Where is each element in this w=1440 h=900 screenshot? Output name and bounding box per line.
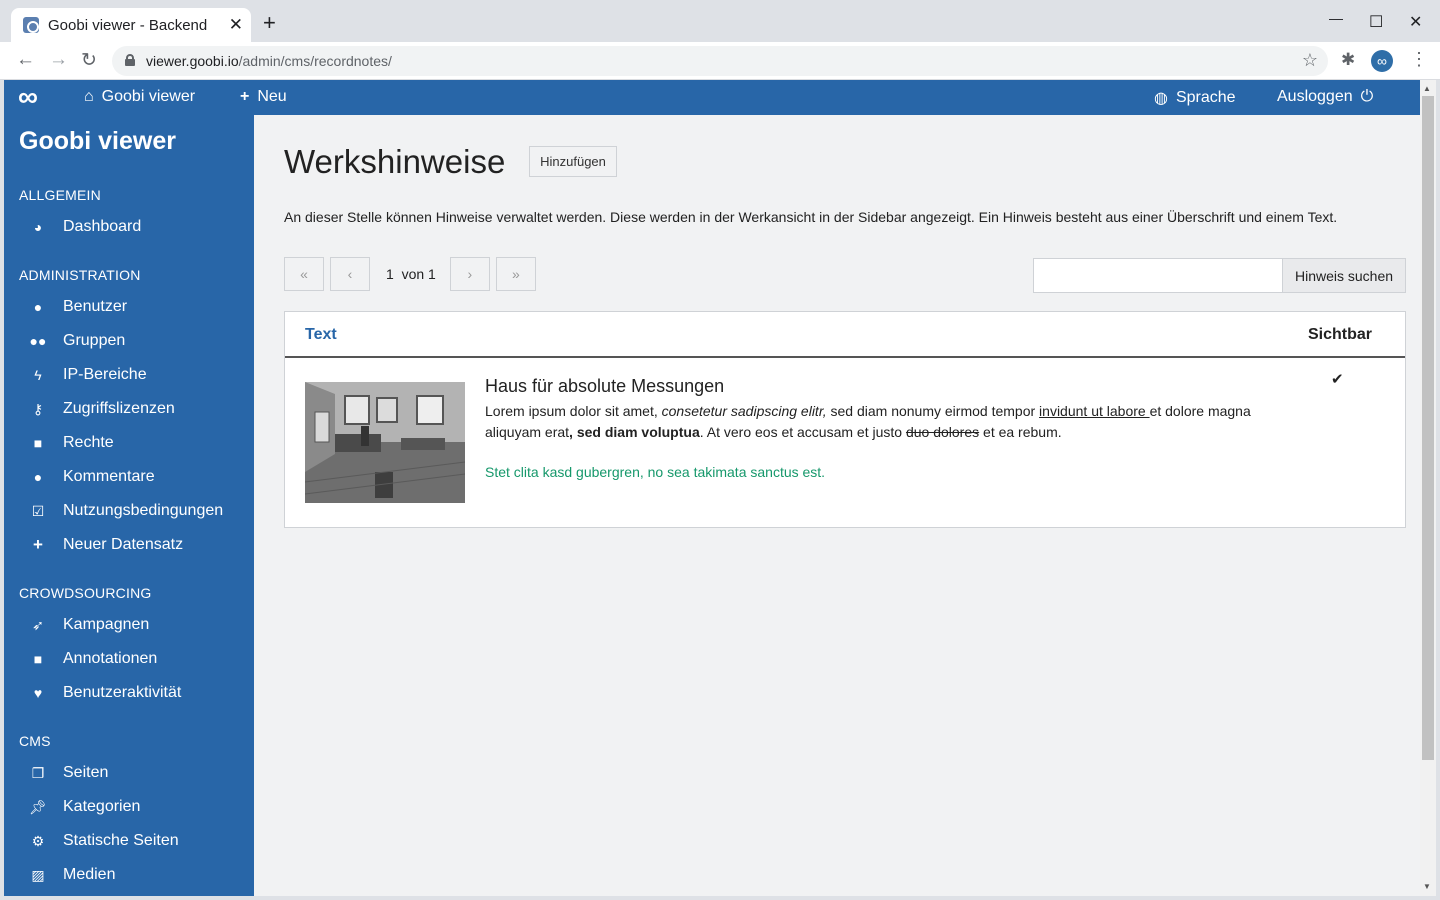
logout-link[interactable]: Ausloggen ⏻ [1277,88,1373,106]
sidebar-item-benutzeraktivitaet[interactable]: ♥ Benutzeraktivität [28,681,181,705]
maximize-button[interactable]: ☐ [1369,12,1383,32]
note-search: Hinweis suchen [1033,258,1406,293]
sidebar-item-kampagnen[interactable]: ➶ Kampagnen [28,613,149,637]
lock-icon [125,54,135,66]
forward-arrow-icon[interactable]: → [49,49,68,71]
admin-sidebar: Goobi viewer ALLGEMEIN ◕ Dashboard ADMINI… [4,115,254,896]
bolt-icon: ϟ [34,367,42,383]
new-tab-button[interactable]: + [263,12,276,34]
column-header-text[interactable]: Text [305,326,337,344]
sticky-note-icon: ■ [33,651,43,667]
sidebar-item-statische-seiten[interactable]: ⚙ Statische Seiten [28,829,179,853]
reload-icon[interactable]: ↻ [81,49,97,72]
language-link[interactable]: ◍ Sprache [1154,88,1236,108]
globe-icon: ◍ [1154,90,1168,107]
home-icon: ⌂ [84,88,94,105]
page-title: Werkshinweise [284,143,506,180]
scrollbar-thumb[interactable] [1422,96,1434,760]
browser-menu-icon[interactable]: ⋮ [1410,49,1428,70]
section-heading-administration: ADMINISTRATION [19,267,141,283]
note-thumbnail[interactable] [305,382,465,503]
new-link[interactable]: + Neu [240,88,287,106]
sidebar-item-ip-bereiche[interactable]: ϟ IP-Bereiche [28,363,146,387]
scroll-up-icon[interactable]: ▲ [1423,84,1431,93]
tab-close-icon[interactable]: ✕ [229,15,243,35]
extensions-icon[interactable]: ✱ [1341,50,1355,70]
first-page-button[interactable]: « [284,257,324,291]
sidebar-item-dashboard[interactable]: ◕ Dashboard [28,215,142,239]
power-icon: ⏻ [1360,88,1374,105]
rocket-icon: ➶ [32,616,44,633]
pages-icon: ❐ [31,764,45,781]
prev-page-button[interactable]: ‹ [330,257,370,291]
sidebar-item-gruppen[interactable]: ●● Gruppen [28,329,126,353]
checkbox-icon: ☑ [31,502,45,519]
image-icon: ▨ [31,866,45,883]
section-heading-cms: CMS [19,733,51,749]
search-input[interactable] [1033,258,1283,293]
back-arrow-icon[interactable]: ← [16,49,35,71]
key-icon: ⚷ [32,400,44,417]
browser-tab[interactable]: Goobi viewer - Backend ✕ [11,8,251,42]
dashboard-icon: ◕ [33,219,43,235]
scroll-down-icon[interactable]: ▼ [1423,882,1431,891]
section-heading-allgemein: ALLGEMEIN [19,187,101,203]
add-button[interactable]: Hinzufügen [529,146,617,177]
sidebar-title: Goobi viewer [19,127,176,155]
heartbeat-icon: ♥ [33,685,43,701]
table-header-divider [285,356,1405,358]
browser-toolbar: ← → ↻ viewer.goobi.io/admin/cms/recordno… [0,42,1440,80]
paginator: « ‹ 1 von 1 › » [284,257,536,291]
note-link-text[interactable]: Stet clita kasd gubergren, no sea takima… [485,464,825,480]
user-icon: ● [33,299,43,315]
sidebar-item-kategorien[interactable]: 📌︎ Kategorien [28,795,140,819]
column-header-visible: Sichtbar [1308,326,1373,343]
cogs-icon: ⚙ [31,832,45,849]
sidebar-item-rechte[interactable]: ■ Rechte [28,431,114,455]
thumbtack-icon: 📌︎ [29,798,47,815]
sidebar-item-benutzer[interactable]: ● Benutzer [28,295,127,319]
section-heading-crowdsourcing: CROWDSOURCING [19,585,152,601]
note-title: Haus für absolute Messungen [485,376,725,396]
note-body: Lorem ipsum dolor sit amet, consetetur s… [485,403,1251,440]
sidebar-item-medien[interactable]: ▨ Medien [28,863,115,887]
users-icon: ●● [29,333,47,349]
lock-icon: ■ [33,435,43,451]
browser-tabstrip: Goobi viewer - Backend ✕ + — ☐ ✕ [0,0,1440,42]
intro-text: An dieser Stelle können Hinweise verwalt… [284,209,1338,225]
sidebar-item-annotationen[interactable]: ■ Annotationen [28,647,158,671]
goobi-logo-icon[interactable]: ∞ [18,83,38,111]
sidebar-item-seiten[interactable]: ❐ Seiten [28,761,109,785]
sidebar-item-zugriffslizenzen[interactable]: ⚷ Zugriffslizenzen [28,397,175,421]
notes-table: Text Sichtbar Haus für absolute Messunge… [284,311,1406,528]
last-page-button[interactable]: » [495,257,536,291]
profile-avatar[interactable]: ∞ [1371,50,1393,72]
plus-icon: + [33,535,43,554]
main-content: Werkshinweise Hinzufügen An dieser Stell… [254,115,1420,896]
page-info: 1 von 1 [386,266,436,282]
close-window-button[interactable]: ✕ [1409,12,1422,32]
goobi-favicon-icon [23,17,39,33]
sidebar-item-kommentare[interactable]: ● Kommentare [28,465,155,489]
sidebar-item-neuer-datensatz[interactable]: + Neuer Datensatz [28,533,183,557]
comments-icon: ● [33,469,43,485]
search-button[interactable]: Hinweis suchen [1283,258,1406,293]
plus-icon: + [240,88,250,105]
minimize-button[interactable]: — [1329,10,1343,26]
bookmark-star-icon[interactable]: ☆ [1302,50,1318,71]
app-topbar: ∞ ⌂ Goobi viewer + Neu ◍ Sprache Auslogg… [4,80,1420,115]
next-page-button[interactable]: › [449,257,490,291]
tab-title: Goobi viewer - Backend [48,17,208,34]
address-bar[interactable]: viewer.goobi.io/admin/cms/recordnotes/ ☆ [112,46,1328,76]
visible-check-icon: ✔ [1331,371,1344,388]
page-scrollbar[interactable]: ▲ ▼ [1420,80,1436,896]
home-link[interactable]: ⌂ Goobi viewer [84,88,195,106]
url-text[interactable]: viewer.goobi.io/admin/cms/recordnotes/ [146,53,392,69]
sidebar-item-nutzungsbedingungen[interactable]: ☑ Nutzungsbedingungen [28,499,223,523]
